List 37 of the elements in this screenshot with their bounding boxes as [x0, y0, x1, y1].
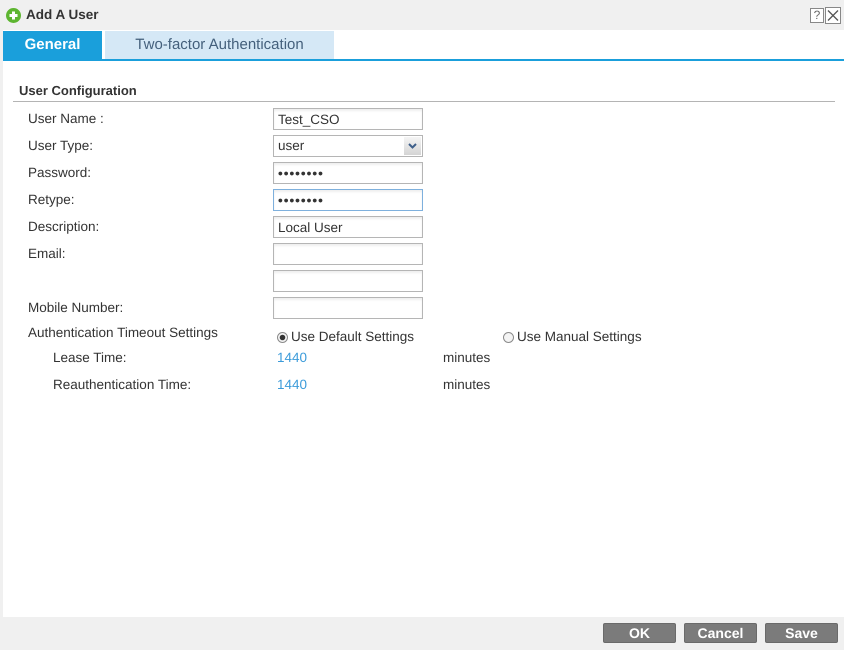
password-field[interactable]: •••••••• [273, 162, 423, 184]
dialog-button[interactable]: Cancel [684, 623, 757, 643]
dialog-button[interactable]: Save [765, 623, 838, 643]
field-label: Authentication Timeout Settings [27, 325, 219, 342]
field-label: Password: [27, 164, 92, 182]
section-heading: User Configuration [13, 83, 835, 102]
help-button[interactable]: ? [810, 8, 824, 22]
tab[interactable]: General [3, 31, 102, 59]
tab[interactable]: Two-factor Authentication [105, 31, 334, 59]
field-label: Retype: [27, 190, 76, 209]
window-title: Add A User [26, 6, 99, 24]
caret-icon[interactable] [404, 137, 421, 155]
password-field[interactable]: •••••••• [273, 189, 423, 211]
input-field[interactable] [273, 243, 423, 265]
field-label: Description: [27, 218, 100, 236]
unit-label: minutes [443, 349, 490, 368]
field-label: User Type: [27, 136, 94, 155]
close-icon[interactable] [825, 6, 841, 24]
dialog-button[interactable]: OK [603, 623, 676, 643]
input-field[interactable]: Test_CSO [273, 108, 423, 130]
field-label: Email: [27, 244, 67, 263]
field-label: Mobile Number: [27, 298, 124, 317]
input-field[interactable] [273, 270, 423, 292]
input-field[interactable] [273, 297, 423, 319]
time-value: 1440 [276, 376, 308, 394]
field-label: User Name : [27, 110, 105, 128]
field-label: Lease Time: [52, 349, 128, 368]
field-label: Reauthentication Time: [52, 376, 192, 394]
radio-button[interactable] [503, 332, 514, 342]
radio-label: Use Default Settings [291, 329, 414, 345]
input-field[interactable]: Local User [273, 216, 423, 238]
time-value: 1440 [276, 349, 308, 368]
radio-button[interactable] [277, 332, 288, 342]
plus-icon [6, 8, 21, 22]
radio-label: Use Manual Settings [517, 329, 642, 345]
unit-label: minutes [443, 376, 490, 394]
select-field[interactable]: user [273, 135, 423, 157]
